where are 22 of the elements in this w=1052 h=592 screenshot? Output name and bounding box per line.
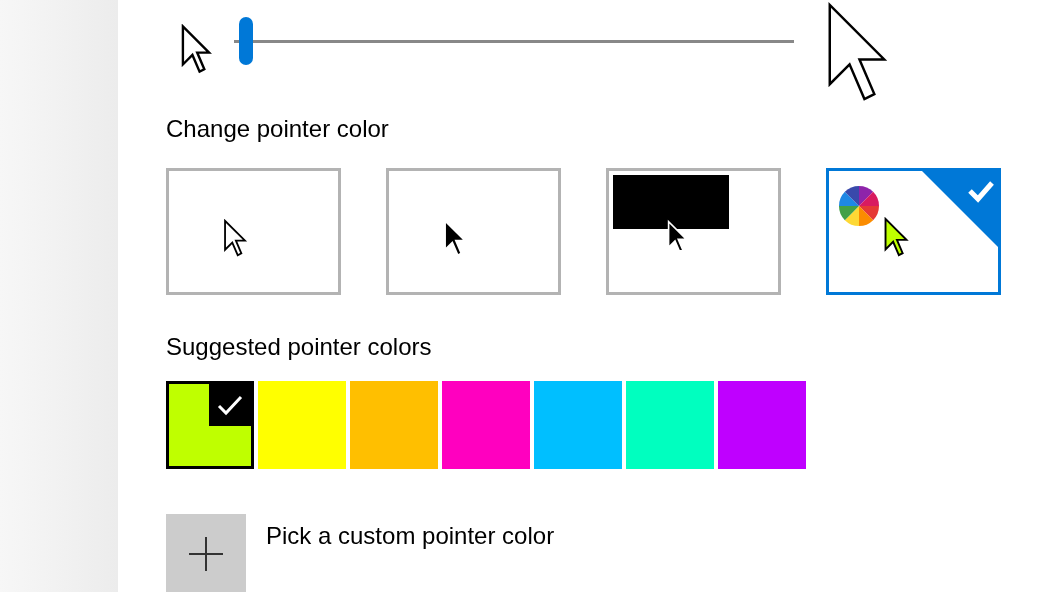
color-wheel-icon xyxy=(839,186,879,226)
color-swatch[interactable] xyxy=(718,381,806,469)
cursor-icon xyxy=(222,219,248,257)
color-swatch[interactable] xyxy=(166,381,254,469)
color-swatch[interactable] xyxy=(626,381,714,469)
add-color-button[interactable] xyxy=(166,514,246,592)
section-heading: Suggested pointer colors xyxy=(166,332,433,362)
color-swatch[interactable] xyxy=(442,381,530,469)
pointer-color-option[interactable] xyxy=(166,168,341,295)
pointer-color-option[interactable] xyxy=(386,168,561,295)
check-icon xyxy=(209,384,251,426)
pointer-color-option[interactable] xyxy=(606,168,781,295)
color-swatch[interactable] xyxy=(534,381,622,469)
check-icon xyxy=(922,171,998,247)
cursor-icon xyxy=(883,217,909,257)
pointer-color-option[interactable] xyxy=(826,168,1001,295)
section-heading: Change pointer color xyxy=(166,114,390,144)
custom-color-link[interactable]: Pick a custom pointer color xyxy=(266,521,555,551)
color-swatch[interactable] xyxy=(350,381,438,469)
plus-icon xyxy=(189,537,223,571)
color-swatch[interactable] xyxy=(258,381,346,469)
small-cursor-icon xyxy=(180,24,212,74)
